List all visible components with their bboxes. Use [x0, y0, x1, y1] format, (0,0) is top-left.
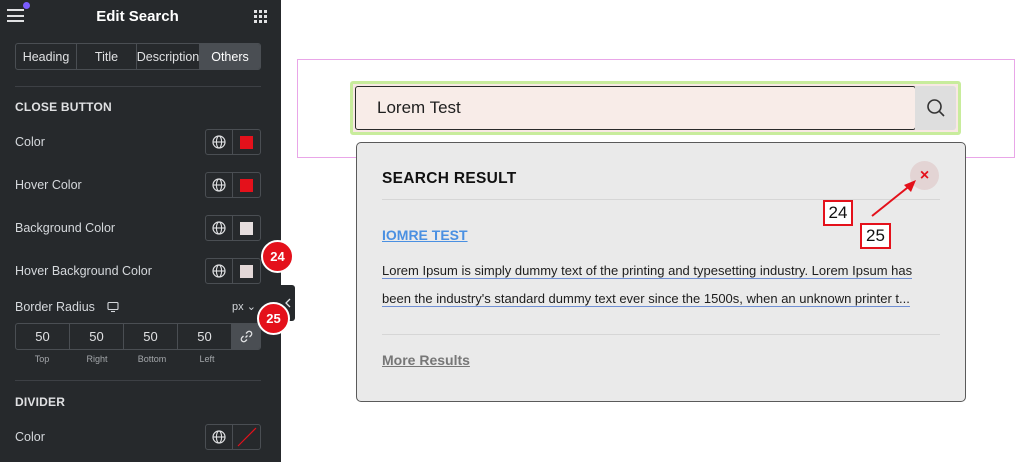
tab-title[interactable]: Title: [77, 44, 137, 69]
radius-bottom-input[interactable]: 50: [124, 324, 178, 349]
unit-label: px: [232, 301, 244, 313]
globe-icon[interactable]: [206, 130, 233, 154]
radius-top-label: Top: [34, 354, 50, 364]
radius-top-input[interactable]: 50: [16, 324, 70, 349]
close-hover-bg-color-label: Hover Background Color: [15, 264, 152, 278]
color-swatch: [240, 264, 253, 278]
section-divider: [15, 380, 261, 381]
panel-title: Edit Search: [96, 8, 179, 25]
more-results-link[interactable]: More Results: [382, 352, 470, 368]
widgets-grid-icon[interactable]: [254, 10, 267, 23]
search-input[interactable]: Lorem Test: [355, 86, 916, 130]
close-hover-color-label: Hover Color: [15, 178, 82, 192]
divider-section-title: DIVIDER: [15, 395, 66, 409]
close-button-section-title: CLOSE BUTTON: [15, 100, 112, 114]
close-hover-color-control: [205, 172, 261, 198]
result-title-link[interactable]: IOMRE TEST: [382, 227, 468, 243]
result-description-line: Lorem Ipsum is simply dummy text of the …: [382, 263, 913, 279]
close-bg-color-label: Background Color: [15, 221, 116, 235]
divider-color-label: Color: [15, 430, 45, 444]
chevron-down-icon: ⌄: [246, 301, 256, 313]
link-values-button[interactable]: [232, 324, 260, 349]
annotation-label-24: 24: [823, 200, 853, 226]
border-radius-label: Border Radius: [15, 300, 95, 314]
globe-icon[interactable]: [206, 216, 233, 240]
close-color-control: [205, 129, 261, 155]
globe-icon[interactable]: [206, 425, 233, 449]
link-icon: [240, 330, 252, 343]
radius-left-input[interactable]: 50: [178, 324, 232, 349]
results-title: SEARCH RESULT: [382, 170, 517, 187]
tab-others[interactable]: Others: [200, 44, 260, 69]
result-description: Lorem Ipsum is simply dummy text of the …: [382, 257, 942, 313]
step-badge-25: 25: [257, 302, 290, 335]
radius-right-input[interactable]: 50: [70, 324, 124, 349]
close-hover-bg-color-control: [205, 258, 261, 284]
result-description-line: been the industry's standard dummy text …: [382, 291, 910, 307]
border-radius-inputs: 50 50 50 50: [15, 323, 261, 350]
color-swatch: [240, 178, 253, 192]
step-badge-24: 24: [261, 240, 294, 273]
tab-heading[interactable]: Heading: [16, 44, 77, 69]
close-color-label: Color: [15, 135, 45, 149]
unit-selector[interactable]: px ⌄: [232, 300, 256, 313]
radius-left-label: Left: [199, 354, 215, 364]
close-bg-color-control: [205, 215, 261, 241]
color-swatch: [240, 221, 253, 235]
color-swatch-button[interactable]: [233, 173, 260, 197]
divider-color-control: [205, 424, 261, 450]
color-swatch-button[interactable]: [233, 130, 260, 154]
section-divider: [15, 86, 261, 87]
color-swatch: [240, 135, 253, 149]
results-divider: [382, 334, 940, 335]
color-swatch-button[interactable]: [233, 425, 260, 449]
color-swatch-button[interactable]: [233, 216, 260, 240]
style-tabs: Heading Title Description Others: [15, 43, 261, 70]
search-submit-button[interactable]: [915, 86, 956, 130]
globe-icon[interactable]: [206, 173, 233, 197]
radius-bottom-label: Bottom: [137, 354, 167, 364]
no-color-swatch-icon: [237, 427, 256, 447]
globe-icon[interactable]: [206, 259, 233, 283]
radius-right-label: Right: [86, 354, 108, 364]
annotation-label-25: 25: [860, 223, 891, 249]
color-swatch-button[interactable]: [233, 259, 260, 283]
panel-header: Edit Search: [0, 0, 281, 34]
search-icon: [926, 99, 945, 117]
results-divider: [382, 199, 940, 200]
tab-description[interactable]: Description: [137, 44, 200, 69]
desktop-icon[interactable]: [107, 300, 119, 313]
editor-panel: Edit Search Heading Title Description Ot…: [0, 0, 281, 462]
